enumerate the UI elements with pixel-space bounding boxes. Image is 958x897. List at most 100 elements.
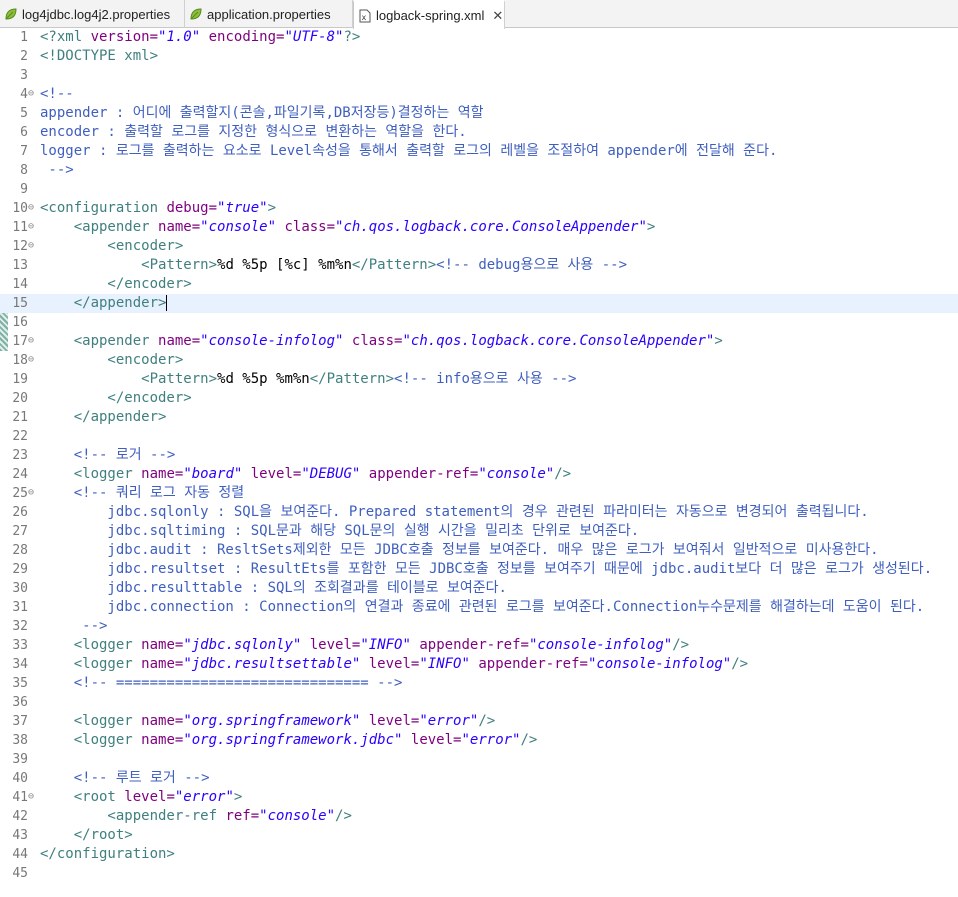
line-number: 39 (12, 752, 28, 767)
token-val: "ch.qos.logback.core.ConsoleAppender" (335, 219, 647, 235)
code-line[interactable]: 19 <Pattern>%d %5p %m%n</Pattern><!-- in… (0, 370, 958, 389)
token-tag: </root> (40, 827, 133, 843)
tab-logback-spring-xml[interactable]: x logback-spring.xml ✕ (353, 0, 505, 29)
code-line[interactable]: 30 jdbc.resulttable : SQL의 조회결과를 테이블로 보여… (0, 579, 958, 598)
code-line[interactable]: 17 ⊖ <appender name="console-infolog" cla… (0, 332, 958, 351)
token-val: "UTF-8" (284, 29, 344, 45)
token-cmt: jdbc.resultset : ResultEts를 포함한 모든 JDBC호… (40, 561, 933, 577)
fold-toggle-icon[interactable]: ⊖ (28, 335, 34, 347)
code-line[interactable]: 41 ⊖ <root level="error"> (0, 788, 958, 807)
line-number: 21 (12, 410, 28, 425)
code-line[interactable]: 8 --> (0, 161, 958, 180)
code-line[interactable]: 32 --> (0, 617, 958, 636)
code-line[interactable]: 43 </root> (0, 826, 958, 845)
code-line[interactable]: 5 appender : 어디에 출력할지(콘솔,파일기록,DB저장등)결정하는 … (0, 104, 958, 123)
code-line[interactable]: 22 (0, 427, 958, 446)
code-line[interactable]: 45 (0, 864, 958, 883)
token-attr: debug= (166, 200, 218, 216)
line-number: 42 (12, 809, 28, 824)
tab-application-properties[interactable]: application.properties (185, 0, 353, 28)
token-tag: </encoder> (40, 390, 192, 406)
token-val: "1.0" (158, 29, 201, 45)
line-number: 13 (12, 258, 28, 273)
code-line[interactable]: 24 <logger name="board" level="DEBUG" ap… (0, 465, 958, 484)
code-line[interactable]: 9 (0, 180, 958, 199)
tab-log4jdbc-properties[interactable]: log4jdbc.log4j2.properties (0, 0, 185, 28)
token-val: "console-infolog" (587, 656, 732, 672)
code-line[interactable]: 37 <logger name="org.springframework" le… (0, 712, 958, 731)
token-tag: /> (731, 656, 749, 672)
token-tag: /> (335, 808, 352, 824)
code-line[interactable]: 4 ⊖ <!-- (0, 85, 958, 104)
line-number: 3 (20, 68, 28, 83)
code-line[interactable]: 21 </appender> (0, 408, 958, 427)
code-text: jdbc.audit : ResltSets제외한 모든 JDBC호출 정보를 … (40, 541, 878, 560)
code-line[interactable]: 23 <!-- 로거 --> (0, 446, 958, 465)
code-line[interactable]: 36 (0, 693, 958, 712)
token-attr: level= (360, 656, 420, 672)
code-text: <logger name="board" level="DEBUG" appen… (40, 465, 571, 484)
code-line[interactable]: 7 logger : 로그를 출력하는 요소로 Level속성을 통해서 출력할 … (0, 142, 958, 161)
code-line[interactable]: 18 ⊖ <encoder> (0, 351, 958, 370)
token-tag: /> (672, 637, 690, 653)
code-line[interactable]: 25 ⊖ <!-- 쿼리 로그 자동 정렬 (0, 484, 958, 503)
token-attr: level= (360, 713, 420, 729)
fold-toggle-icon[interactable]: ⊖ (28, 202, 34, 214)
code-line[interactable]: 31 jdbc.connection : Connection의 연결과 종료에… (0, 598, 958, 617)
line-number: 32 (12, 619, 28, 634)
code-line[interactable]: 11 ⊖ <appender name="console" class="ch.q… (0, 218, 958, 237)
token-cmt: <!-- debug용으로 사용 --> (436, 257, 628, 273)
code-line[interactable]: 29 jdbc.resultset : ResultEts를 포함한 모든 JD… (0, 560, 958, 579)
close-icon[interactable]: ✕ (492, 8, 503, 24)
code-line[interactable]: 12 ⊖ <encoder> (0, 237, 958, 256)
code-text: </encoder> (40, 389, 192, 408)
code-text: <?xml version="1.0" encoding="UTF-8"?> (40, 28, 360, 47)
tab-label: logback-spring.xml (376, 8, 485, 23)
code-line[interactable]: 13 <Pattern>%d %5p [%c] %m%n</Pattern><!… (0, 256, 958, 275)
code-line[interactable]: 40 <!-- 루트 로거 --> (0, 769, 958, 788)
code-line[interactable]: 34 <logger name="jdbc.resultsettable" le… (0, 655, 958, 674)
token-cmt: <!-- 로거 --> (40, 447, 176, 463)
code-line[interactable]: 2 <!DOCTYPE xml> (0, 47, 958, 66)
line-number: 36 (12, 695, 28, 710)
code-line[interactable]: 39 (0, 750, 958, 769)
code-line[interactable]: 6 encoder : 출력할 로그를 지정한 형식으로 변환하는 역할을 한다. (0, 123, 958, 142)
token-val: "console-infolog" (200, 333, 344, 349)
line-number: 45 (12, 866, 28, 881)
code-text: <appender name="console" class="ch.qos.l… (40, 218, 656, 237)
token-attr: appender-ref= (469, 656, 588, 672)
token-tag: <appender (40, 333, 159, 349)
code-line[interactable]: 3 (0, 66, 958, 85)
code-line[interactable]: 38 <logger name="org.springframework.jdb… (0, 731, 958, 750)
line-number: 27 (12, 524, 28, 539)
code-line[interactable]: 33 <logger name="jdbc.sqlonly" level="IN… (0, 636, 958, 655)
fold-toggle-icon[interactable]: ⊖ (28, 791, 34, 803)
code-editor[interactable]: 1 <?xml version="1.0" encoding="UTF-8"?> 2… (0, 28, 958, 897)
token-val: "console" (259, 808, 336, 824)
code-line[interactable]: 35 <!-- ============================== -… (0, 674, 958, 693)
code-line[interactable]: 20 </encoder> (0, 389, 958, 408)
code-line[interactable]: 15 </appender> (0, 294, 958, 313)
code-text: <appender name="console-infolog" class="… (40, 332, 723, 351)
code-line[interactable]: 16 (0, 313, 958, 332)
token-cmt: jdbc.connection : Connection의 연결과 종료에 관련… (40, 599, 925, 615)
code-line[interactable]: 10 ⊖ <configuration debug="true"> (0, 199, 958, 218)
code-line[interactable]: 28 jdbc.audit : ResltSets제외한 모든 JDBC호출 정… (0, 541, 958, 560)
code-line[interactable]: 26 jdbc.sqlonly : SQL을 보여준다. Prepared st… (0, 503, 958, 522)
token-cmt: --> (40, 618, 108, 634)
code-line[interactable]: 27 jdbc.sqltiming : SQL문과 해당 SQL문의 실행 시간… (0, 522, 958, 541)
tab-label: log4jdbc.log4j2.properties (22, 6, 171, 22)
fold-toggle-icon[interactable]: ⊖ (28, 240, 34, 252)
code-line[interactable]: 42 <appender-ref ref="console"/> (0, 807, 958, 826)
code-line[interactable]: 44 </configuration> (0, 845, 958, 864)
code-line[interactable]: 14 </encoder> (0, 275, 958, 294)
code-line[interactable]: 1 <?xml version="1.0" encoding="UTF-8"?> (0, 28, 958, 47)
fold-toggle-icon[interactable]: ⊖ (28, 487, 34, 499)
code-text: <!-- (40, 85, 74, 104)
code-text: jdbc.resulttable : SQL의 조회결과를 테이블로 보여준다. (40, 579, 506, 598)
line-number: 18 (12, 353, 28, 368)
fold-toggle-icon[interactable]: ⊖ (28, 88, 34, 100)
line-number: 6 (20, 125, 28, 140)
fold-toggle-icon[interactable]: ⊖ (28, 354, 34, 366)
fold-toggle-icon[interactable]: ⊖ (28, 221, 34, 233)
